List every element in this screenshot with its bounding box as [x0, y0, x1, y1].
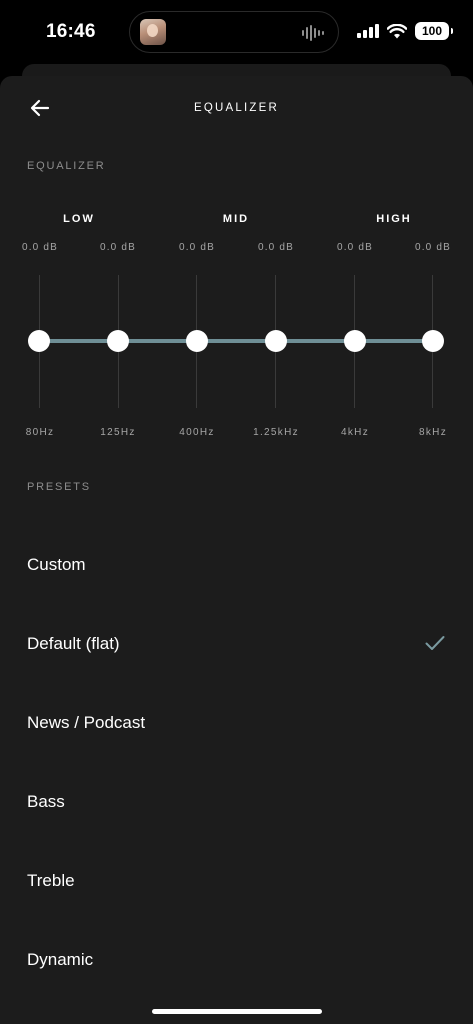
presets-section-label: PRESETS [27, 481, 91, 493]
preset-item-bass[interactable]: Bass [0, 763, 473, 842]
band-freq-80hz: 80Hz [25, 427, 55, 438]
status-time: 16:46 [46, 21, 96, 42]
preset-label: News / Podcast [27, 713, 146, 732]
preset-item-treble[interactable]: Treble [0, 842, 473, 921]
preset-label: Bass [27, 792, 65, 811]
preset-label: Dynamic [27, 950, 94, 969]
band-slider-1-25khz[interactable] [265, 330, 287, 352]
band-gain-400hz: 0.0 dB [178, 242, 216, 253]
now-playing-artwork [140, 19, 166, 45]
group-label-low: LOW [63, 213, 95, 225]
band-freq-125hz: 125Hz [100, 427, 136, 438]
band-freq-400hz: 400Hz [179, 427, 215, 438]
preset-item-default-flat[interactable]: Default (flat) [0, 605, 473, 684]
wifi-icon [387, 23, 407, 38]
band-freq-1-25khz: 1.25kHz [253, 427, 299, 438]
preset-item-custom[interactable]: Custom [0, 526, 473, 605]
band-gain-125hz: 0.0 dB [99, 242, 137, 253]
band-freq-8khz: 8kHz [419, 427, 447, 438]
preset-label: Custom [27, 555, 86, 574]
band-slider-80hz[interactable] [28, 330, 50, 352]
page-title: EQUALIZER [194, 102, 279, 114]
preset-label: Default (flat) [27, 634, 120, 653]
checkmark-icon [425, 636, 445, 650]
band-slider-4khz[interactable] [344, 330, 366, 352]
band-gain-4khz: 0.0 dB [336, 242, 374, 253]
band-freq-4khz: 4kHz [341, 427, 369, 438]
group-label-mid: MID [222, 213, 250, 225]
signal-icon [357, 24, 379, 38]
audio-wave-icon [302, 25, 324, 41]
eq-curve-line [39, 339, 433, 343]
preset-item-dynamic[interactable]: Dynamic [0, 921, 473, 1000]
band-slider-400hz[interactable] [186, 330, 208, 352]
status-icons: 100 [357, 22, 453, 40]
status-bar: 16:46 100 [0, 0, 473, 66]
equalizer-sheet: EQUALIZER EQUALIZER LOW MID HIGH 0.0 dB … [0, 76, 473, 1024]
group-label-high: HIGH [376, 213, 412, 225]
band-gain-80hz: 0.0 dB [21, 242, 59, 253]
band-gain-1-25khz: 0.0 dB [257, 242, 295, 253]
equalizer-section-label: EQUALIZER [27, 160, 106, 172]
dynamic-island[interactable] [129, 11, 339, 53]
band-slider-125hz[interactable] [107, 330, 129, 352]
band-slider-8khz[interactable] [422, 330, 444, 352]
preset-item-news-podcast[interactable]: News / Podcast [0, 684, 473, 763]
band-gain-8khz: 0.0 dB [414, 242, 452, 253]
home-indicator[interactable] [152, 1009, 322, 1014]
battery-icon: 100 [415, 22, 453, 40]
preset-label: Treble [27, 871, 75, 890]
